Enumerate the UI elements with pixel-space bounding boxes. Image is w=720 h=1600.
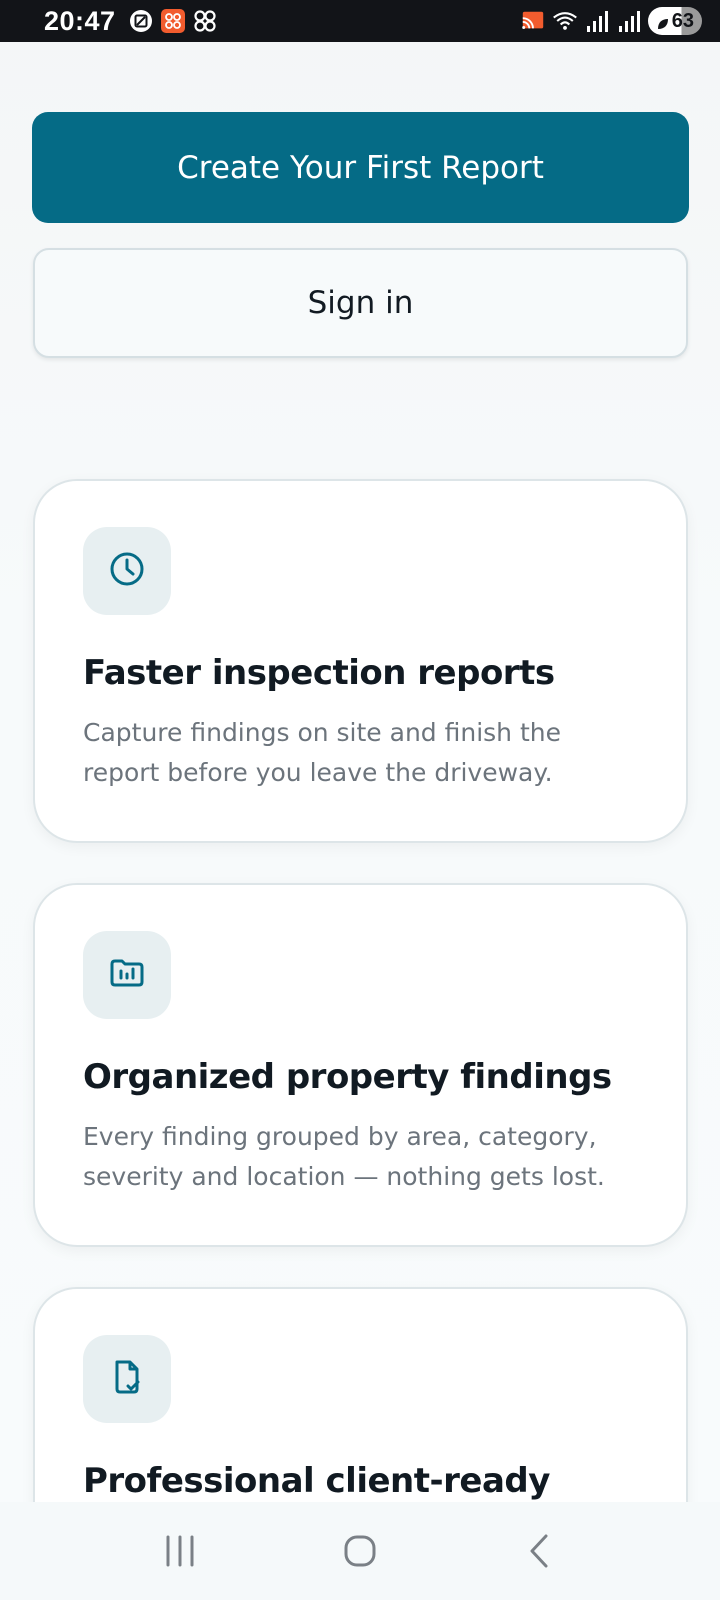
onboarding-content: Create Your First Report Sign in Faster …: [0, 42, 720, 1502]
feature-title: Organized property findings: [83, 1057, 612, 1097]
wifi-icon: [552, 8, 578, 34]
status-left-icons: [128, 8, 218, 34]
status-right-icons: 63: [520, 7, 702, 35]
feature-card-client-ready: Professional client-ready: [33, 1287, 688, 1502]
feature-title: Faster inspection reports: [83, 653, 555, 693]
feature-icon-tile: [83, 1335, 171, 1423]
status-time: 20:47: [44, 5, 116, 36]
recent-apps-icon[interactable]: [140, 1521, 220, 1581]
feature-description: Every finding grouped by area, category,…: [83, 1122, 605, 1191]
signal-icon: [584, 8, 610, 34]
document-check-icon: [107, 1357, 147, 1401]
cast-icon: [520, 8, 546, 34]
screenshot-icon: [128, 8, 154, 34]
sign-in-button[interactable]: Sign in: [33, 248, 688, 358]
system-nav-bar: [0, 1502, 720, 1600]
home-icon[interactable]: [320, 1521, 400, 1581]
signal-icon: [616, 8, 642, 34]
feature-card-faster-reports: Faster inspection reports Capture findin…: [33, 479, 688, 843]
pinwheel-icon: [192, 8, 218, 34]
battery-level: 63: [671, 9, 694, 32]
create-first-report-button[interactable]: Create Your First Report: [32, 112, 689, 223]
status-bar: 20:47 63: [0, 0, 720, 42]
clock-icon: [107, 549, 147, 593]
feature-icon-tile: [83, 931, 171, 1019]
app-notification-icon: [160, 8, 186, 34]
battery-saver-icon: [656, 14, 670, 29]
feature-icon-tile: [83, 527, 171, 615]
feature-title: Professional client-ready: [83, 1461, 550, 1501]
feature-card-organized-findings: Organized property findings Every findin…: [33, 883, 688, 1247]
feature-description: Capture findings on site and finish the …: [83, 718, 561, 787]
folder-chart-icon: [107, 953, 147, 997]
battery-indicator: 63: [647, 7, 702, 35]
back-icon[interactable]: [500, 1521, 580, 1581]
